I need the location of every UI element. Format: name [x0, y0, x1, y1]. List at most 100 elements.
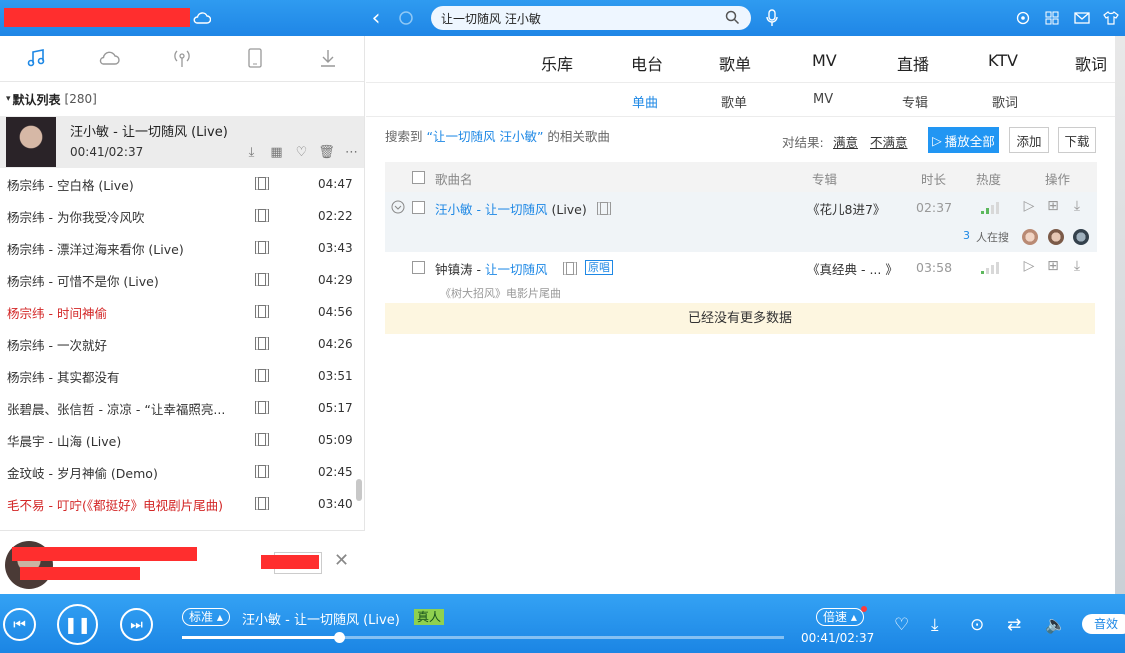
list-item[interactable]: 杨宗纬 - 空白格 (Live) 04:47 — [0, 168, 364, 200]
now-playing-item[interactable]: 汪小敏 - 让一切随风 (Live) 00:41/02:37 ⤓ ▦ ♡ 🗑 ⋯ — [0, 116, 364, 168]
album-link[interactable]: 《真经典 - ... 》 — [807, 259, 898, 278]
heart-icon[interactable]: ♡ — [293, 145, 310, 160]
play-all-button[interactable]: ▷ 播放全部 — [928, 127, 999, 153]
mv-icon[interactable] — [255, 305, 269, 318]
mv-icon[interactable] — [255, 209, 269, 222]
add-button[interactable]: 添加 — [1009, 127, 1049, 153]
status-badge[interactable]: 真人 — [414, 609, 445, 625]
player-song-title[interactable]: 汪小敏 - 让一切随风 (Live) — [242, 609, 400, 628]
settings-icon[interactable] — [1013, 8, 1033, 28]
mv-icon[interactable] — [255, 465, 269, 478]
tab-playlists[interactable]: 歌单 — [721, 92, 747, 111]
song-link[interactable]: 让一切随风 — [485, 262, 548, 277]
tab-mv[interactable]: MV — [813, 92, 833, 107]
delete-icon[interactable]: 🗑 — [318, 145, 335, 160]
previous-button[interactable]: ⏮ — [3, 608, 36, 641]
list-item[interactable]: 杨宗纬 - 一次就好 04:26 — [0, 328, 364, 360]
list-item[interactable]: 杨宗纬 - 漂洋过海来看你 (Live) 03:43 — [0, 232, 364, 264]
recommend-card[interactable]: ✕ — [0, 530, 365, 594]
avatar[interactable] — [1022, 229, 1038, 245]
mv-icon[interactable]: ▦ — [268, 145, 285, 160]
download-icon[interactable]: ⤓ — [1069, 198, 1085, 214]
table-row[interactable]: 汪小敏 - 让一切随风 (Live) 《花儿8进7》 02:37 ▷ ⊞ ⤓ 3… — [385, 192, 1097, 252]
progress-bar[interactable] — [182, 632, 784, 643]
refresh-icon[interactable] — [396, 8, 416, 28]
tab-device[interactable] — [218, 36, 291, 82]
download-icon[interactable]: ⤓ — [243, 145, 260, 160]
repeat-icon[interactable]: ⇄ — [1007, 615, 1021, 635]
list-item[interactable]: 金玟岐 - 岁月神偷 (Demo) 02:45 — [0, 456, 364, 488]
singer-link[interactable]: 汪小敏 — [435, 202, 473, 217]
volume-icon[interactable]: 🔈 — [1045, 615, 1066, 635]
satisfied-link[interactable]: 满意 — [833, 132, 858, 151]
apps-icon[interactable] — [1042, 8, 1062, 28]
list-item[interactable]: 华晨宇 - 山海 (Live) 05:09 — [0, 424, 364, 456]
mv-icon[interactable] — [597, 202, 611, 215]
mv-icon[interactable] — [255, 337, 269, 350]
mv-icon[interactable] — [255, 497, 269, 510]
mail-icon[interactable] — [1072, 8, 1092, 28]
tab-lyrics[interactable]: 歌词 — [992, 92, 1018, 111]
search-icon[interactable] — [725, 10, 740, 28]
nav-lyrics[interactable]: 歌词 — [1075, 51, 1107, 75]
mv-icon[interactable] — [255, 369, 269, 382]
search-box[interactable] — [431, 6, 751, 30]
download-button[interactable]: 下载 — [1058, 127, 1096, 153]
add-icon[interactable]: ⊞ — [1045, 198, 1061, 214]
sound-effect-button[interactable]: 音效 — [1082, 614, 1125, 634]
speed-selector[interactable]: 倍速 ▴ — [816, 608, 864, 626]
avatar[interactable] — [1048, 229, 1064, 245]
mv-icon[interactable] — [255, 241, 269, 254]
nav-radio[interactable]: 电台 — [631, 51, 663, 75]
album-link[interactable]: 《花儿8进7》 — [807, 199, 885, 218]
song-link[interactable]: 让一切随风 — [485, 202, 548, 217]
mv-icon[interactable] — [563, 262, 577, 275]
more-icon[interactable]: ⋯ — [343, 145, 360, 160]
table-row[interactable]: 钟镇涛 - 让一切随风 原唱 《树大招风》电影片尾曲 《真经典 - ... 》 … — [385, 252, 1097, 304]
song-title[interactable]: 汪小敏 - 让一切随风 (Live) — [435, 199, 587, 218]
mv-icon[interactable] — [255, 273, 269, 286]
scrollbar-thumb[interactable] — [356, 479, 362, 501]
row-checkbox[interactable] — [412, 201, 425, 214]
list-item[interactable]: 杨宗纬 - 时间神偷 04:56 — [0, 296, 364, 328]
list-item[interactable]: 杨宗纬 - 可惜不是你 (Live) 04:29 — [0, 264, 364, 296]
mv-icon[interactable] — [255, 433, 269, 446]
play-icon[interactable]: ▷ — [1021, 258, 1037, 274]
nav-library[interactable]: 乐库 — [541, 51, 573, 75]
nav-ktv[interactable]: KTV — [988, 51, 1018, 70]
cloud-sync-icon[interactable] — [192, 8, 212, 28]
pause-button[interactable]: ❚❚ — [57, 604, 98, 645]
mv-icon[interactable] — [255, 401, 269, 414]
singer-link[interactable]: 钟镇涛 — [435, 262, 473, 277]
song-title[interactable]: 钟镇涛 - 让一切随风 — [435, 259, 548, 278]
search-input[interactable] — [441, 11, 721, 25]
download-icon[interactable]: ⤓ — [931, 615, 939, 635]
tab-cloud[interactable] — [73, 36, 146, 82]
expand-icon[interactable] — [391, 200, 405, 217]
chevron-down-icon[interactable]: ▾ — [6, 94, 11, 104]
list-item[interactable]: 杨宗纬 - 其实都没有 03:51 — [0, 360, 364, 392]
quality-selector[interactable]: 标准 ▴ — [182, 608, 230, 626]
play-icon[interactable]: ▷ — [1021, 198, 1037, 214]
skin-icon[interactable] — [1101, 8, 1121, 28]
mic-icon[interactable] — [762, 8, 782, 28]
tab-albums[interactable]: 专辑 — [902, 92, 928, 111]
tab-songs[interactable]: 单曲 — [632, 92, 658, 111]
download-icon[interactable]: ⤓ — [1069, 258, 1085, 274]
row-checkbox[interactable] — [412, 261, 425, 274]
nav-playlists[interactable]: 歌单 — [719, 51, 751, 75]
avatar[interactable] — [1073, 229, 1089, 245]
list-item[interactable]: 杨宗纬 - 为你我受冷风吹 02:22 — [0, 200, 364, 232]
tab-my-music[interactable] — [0, 36, 73, 82]
select-all-checkbox[interactable] — [412, 171, 425, 184]
add-icon[interactable]: ⊞ — [1045, 258, 1061, 274]
tab-radio[interactable] — [146, 36, 219, 82]
back-icon[interactable]: ‹ — [366, 6, 386, 31]
tab-download[interactable] — [291, 36, 364, 82]
side-banner[interactable] — [1115, 36, 1125, 594]
more-icon[interactable]: ⊙ — [970, 615, 984, 635]
playlist-header[interactable]: ▾ 默认列表 [280] — [0, 82, 364, 116]
heart-icon[interactable]: ♡ — [894, 615, 909, 635]
list-item[interactable]: 毛不易 - 叮咛(《都挺好》电视剧片尾曲) 03:40 — [0, 488, 364, 520]
nav-live[interactable]: 直播 — [897, 51, 929, 75]
